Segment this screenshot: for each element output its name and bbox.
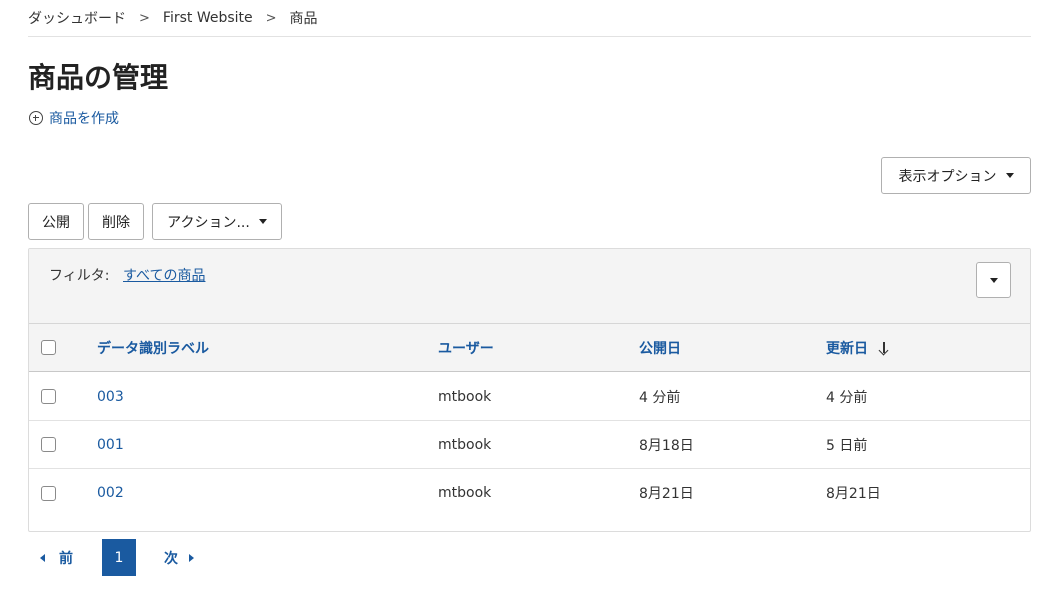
row-published: 4 分前 — [639, 389, 681, 406]
breadcrumb: ダッシュボード > First Website > 商品 — [28, 0, 1031, 37]
sort-descending-icon — [878, 341, 890, 355]
row-published: 8月18日 — [639, 437, 694, 454]
row-select-cell — [41, 373, 56, 420]
caret-down-icon — [1005, 173, 1014, 178]
table-row: 001 mtbook 8月18日 5 日前 — [29, 421, 1030, 469]
row-user: mtbook — [438, 485, 492, 501]
column-header-user[interactable]: ユーザー — [438, 324, 494, 371]
row-updated: 4 分前 — [826, 389, 868, 406]
row-label-link[interactable]: 003 — [97, 373, 124, 420]
plus-circle-icon — [29, 111, 43, 125]
breadcrumb-separator: > — [265, 10, 277, 26]
publish-button[interactable]: 公開 — [28, 203, 84, 240]
page-title: 商品の管理 — [28, 61, 169, 94]
create-product-label: 商品を作成 — [49, 111, 119, 127]
caret-left-icon — [40, 553, 45, 562]
row-select-cell — [41, 421, 56, 468]
next-page-label: 次 — [164, 550, 178, 567]
display-options-label: 表示オプション — [898, 168, 997, 185]
column-header-updated: 更新日 — [826, 340, 868, 357]
column-header-published[interactable]: 公開日 — [639, 324, 681, 371]
row-user: mtbook — [438, 388, 492, 405]
filter-value-link[interactable]: すべての商品 — [123, 265, 205, 285]
listing-panel: フィルタ: すべての商品 データ識別ラベル ユーザー 公開日 更新日 003 m… — [28, 248, 1031, 532]
row-user: mtbook — [438, 436, 492, 453]
caret-down-icon — [258, 219, 267, 224]
filter-label: フィルタ: — [49, 268, 110, 284]
select-all-cell — [41, 324, 56, 371]
row-select-cell — [41, 469, 56, 517]
row-checkbox[interactable] — [41, 485, 56, 501]
caret-down-icon — [989, 277, 998, 283]
table-header: データ識別ラベル ユーザー 公開日 更新日 — [29, 324, 1030, 372]
delete-label: 削除 — [102, 214, 130, 231]
pagination: 前 1 次 — [28, 539, 194, 576]
breadcrumb-separator: > — [139, 10, 150, 26]
previous-page-button[interactable]: 前 — [40, 548, 73, 568]
delete-button[interactable]: 削除 — [88, 203, 144, 240]
breadcrumb-dashboard[interactable]: ダッシュボード — [28, 8, 126, 28]
breadcrumb-current: 商品 — [289, 11, 318, 27]
current-page-button[interactable]: 1 — [102, 539, 136, 576]
column-header-updated-cell[interactable]: 更新日 — [826, 324, 890, 371]
row-label-link[interactable]: 002 — [97, 469, 124, 517]
row-label-link[interactable]: 001 — [97, 421, 124, 468]
actions-dropdown[interactable]: アクション... — [152, 203, 282, 240]
row-updated: 8月21日 — [826, 486, 881, 502]
row-checkbox[interactable] — [41, 437, 56, 452]
publish-label: 公開 — [42, 214, 70, 231]
create-product-link[interactable]: 商品を作成 — [29, 108, 119, 128]
actions-label: アクション... — [167, 214, 250, 231]
filter-bar: フィルタ: すべての商品 — [29, 249, 1030, 324]
display-options-button[interactable]: 表示オプション — [881, 157, 1031, 194]
row-checkbox[interactable] — [41, 389, 56, 404]
caret-right-icon — [189, 553, 194, 562]
row-published: 8月21日 — [639, 486, 694, 502]
table-row: 002 mtbook 8月21日 8月21日 — [29, 469, 1030, 517]
column-header-label[interactable]: データ識別ラベル — [97, 324, 209, 371]
select-all-checkbox[interactable] — [41, 340, 56, 355]
next-page-button[interactable]: 次 — [164, 548, 194, 568]
filter-toggle-button[interactable] — [976, 262, 1011, 298]
table-row: 003 mtbook 4 分前 4 分前 — [29, 373, 1030, 421]
previous-page-label: 前 — [59, 550, 73, 567]
breadcrumb-website[interactable]: First Website — [163, 10, 253, 26]
row-updated: 5 日前 — [826, 437, 868, 454]
